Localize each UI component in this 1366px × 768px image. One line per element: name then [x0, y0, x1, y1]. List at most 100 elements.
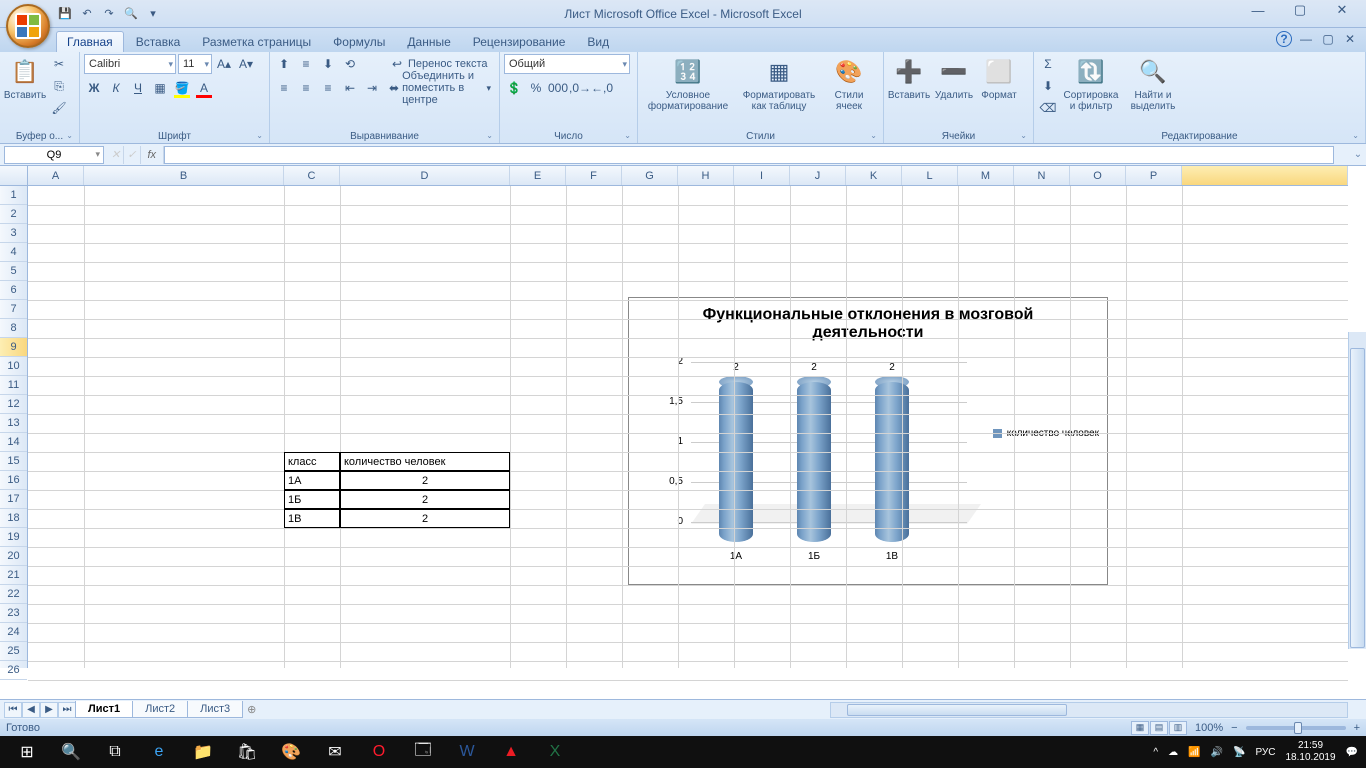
- conditional-formatting-button[interactable]: 🔢Условное форматирование: [642, 54, 734, 114]
- store-icon[interactable]: 🛍: [228, 738, 266, 766]
- border-icon[interactable]: ▦: [150, 78, 170, 98]
- sheet-nav-next-icon[interactable]: ▶: [40, 702, 58, 718]
- zoom-in-icon[interactable]: +: [1354, 722, 1360, 734]
- align-bottom-icon[interactable]: ⬇: [318, 54, 338, 74]
- sort-filter-button[interactable]: 🔃Сортировка и фильтр: [1061, 54, 1121, 114]
- worksheet-grid[interactable]: ABCDEFGHIJKLMNOP 12345678910111213141516…: [0, 166, 1366, 686]
- vertical-scrollbar[interactable]: [1348, 332, 1366, 649]
- fill-color-icon[interactable]: 🪣: [172, 78, 192, 98]
- fx-icon[interactable]: fx: [141, 146, 164, 164]
- sheet-tab[interactable]: Лист3: [187, 701, 243, 718]
- new-sheet-icon[interactable]: ⊕: [247, 703, 256, 716]
- formula-input[interactable]: [164, 146, 1334, 164]
- explorer-icon[interactable]: 📁: [184, 738, 222, 766]
- cell[interactable]: 2: [340, 471, 510, 490]
- save-icon[interactable]: 💾: [56, 5, 74, 23]
- sheet-nav-first-icon[interactable]: ⏮: [4, 702, 22, 718]
- paste-button[interactable]: 📋Вставить: [4, 54, 46, 103]
- start-button[interactable]: ⊞: [8, 738, 46, 766]
- align-top-icon[interactable]: ⬆: [274, 54, 294, 74]
- row-header-10[interactable]: 10: [0, 357, 27, 376]
- font-size-combo[interactable]: 11: [178, 54, 212, 74]
- opera-icon[interactable]: O: [360, 738, 398, 766]
- expand-formula-bar-icon[interactable]: ⌄: [1350, 149, 1366, 160]
- row-header-16[interactable]: 16: [0, 471, 27, 490]
- font-family-combo[interactable]: Calibri: [84, 54, 176, 74]
- redo-icon[interactable]: ↷: [100, 5, 118, 23]
- thousands-icon[interactable]: 000: [548, 78, 568, 98]
- increase-font-icon[interactable]: A▴: [214, 54, 234, 74]
- cells-area[interactable]: Функциональные отклонения в мозговой дея…: [28, 186, 1348, 668]
- column-header-I[interactable]: I: [734, 166, 790, 185]
- align-middle-icon[interactable]: ≡: [296, 54, 316, 74]
- row-header-7[interactable]: 7: [0, 300, 27, 319]
- merge-center-button[interactable]: ⬌Объединить и поместить в центре▾: [385, 78, 495, 98]
- sheet-tab[interactable]: Лист1: [75, 701, 133, 718]
- row-header-18[interactable]: 18: [0, 509, 27, 528]
- row-header-21[interactable]: 21: [0, 566, 27, 585]
- autosum-icon[interactable]: Σ: [1038, 54, 1058, 74]
- row-header-22[interactable]: 22: [0, 585, 27, 604]
- column-headers[interactable]: ABCDEFGHIJKLMNOP: [28, 166, 1348, 186]
- align-right-icon[interactable]: ≡: [318, 78, 338, 98]
- orientation-icon[interactable]: ⟲: [340, 54, 360, 74]
- clear-icon[interactable]: ⌫: [1038, 98, 1058, 118]
- row-header-4[interactable]: 4: [0, 243, 27, 262]
- decrease-font-icon[interactable]: A▾: [236, 54, 256, 74]
- cell[interactable]: 1Б: [284, 490, 340, 509]
- row-headers[interactable]: 1234567891011121314151617181920212223242…: [0, 186, 28, 668]
- paint-icon[interactable]: 🎨: [272, 738, 310, 766]
- office-button[interactable]: [6, 4, 50, 48]
- increase-decimal-icon[interactable]: ,0→: [570, 78, 590, 98]
- row-header-26[interactable]: 26: [0, 661, 27, 680]
- row-header-5[interactable]: 5: [0, 262, 27, 281]
- cell[interactable]: 2: [340, 509, 510, 528]
- column-header-A[interactable]: A: [28, 166, 84, 185]
- row-header-24[interactable]: 24: [0, 623, 27, 642]
- copy-icon[interactable]: ⎘: [49, 76, 69, 96]
- word-icon[interactable]: W: [448, 738, 486, 766]
- accept-formula-icon[interactable]: ✓: [124, 146, 140, 164]
- column-header-O[interactable]: O: [1070, 166, 1126, 185]
- format-as-table-button[interactable]: ▦Форматировать как таблицу: [737, 54, 821, 114]
- currency-icon[interactable]: 💲: [504, 78, 524, 98]
- column-header-D[interactable]: D: [340, 166, 510, 185]
- qat-more-icon[interactable]: ▾: [144, 5, 162, 23]
- column-header-L[interactable]: L: [902, 166, 958, 185]
- horizontal-scrollbar[interactable]: [830, 702, 1348, 718]
- row-header-2[interactable]: 2: [0, 205, 27, 224]
- column-header-E[interactable]: E: [510, 166, 566, 185]
- font-color-icon[interactable]: A: [194, 78, 214, 98]
- tray-chevron-icon[interactable]: ^: [1153, 747, 1158, 758]
- cancel-formula-icon[interactable]: ✕: [108, 146, 124, 164]
- ribbon-close-icon[interactable]: ✕: [1342, 31, 1358, 47]
- row-header-6[interactable]: 6: [0, 281, 27, 300]
- tab-page-layout[interactable]: Разметка страницы: [192, 32, 321, 52]
- align-left-icon[interactable]: ≡: [274, 78, 294, 98]
- row-header-11[interactable]: 11: [0, 376, 27, 395]
- column-header-F[interactable]: F: [566, 166, 622, 185]
- close-button[interactable]: ✕: [1322, 0, 1362, 20]
- row-header-20[interactable]: 20: [0, 547, 27, 566]
- tray-wifi-icon[interactable]: 📡: [1233, 747, 1245, 758]
- tray-onedrive-icon[interactable]: ☁: [1168, 747, 1178, 758]
- column-header-K[interactable]: K: [846, 166, 902, 185]
- minimize-button[interactable]: —: [1238, 0, 1278, 20]
- row-header-17[interactable]: 17: [0, 490, 27, 509]
- zoom-slider[interactable]: [1246, 726, 1346, 730]
- embedded-chart[interactable]: Функциональные отклонения в мозговой дея…: [628, 297, 1108, 585]
- column-header-P[interactable]: P: [1126, 166, 1182, 185]
- bold-icon[interactable]: Ж: [84, 78, 104, 98]
- tab-insert[interactable]: Вставка: [126, 32, 191, 52]
- insert-cells-button[interactable]: ➕Вставить: [888, 54, 930, 103]
- name-box[interactable]: Q9: [4, 146, 104, 164]
- maximize-button[interactable]: ▢: [1280, 0, 1320, 20]
- pdf-icon[interactable]: ▲: [492, 738, 530, 766]
- edge-icon[interactable]: e: [140, 738, 178, 766]
- tab-data[interactable]: Данные: [397, 32, 460, 52]
- row-header-12[interactable]: 12: [0, 395, 27, 414]
- find-select-button[interactable]: 🔍Найти и выделить: [1124, 54, 1182, 114]
- tray-volume-icon[interactable]: 🔊: [1211, 747, 1223, 758]
- delete-cells-button[interactable]: ➖Удалить: [933, 54, 975, 103]
- sheet-nav-last-icon[interactable]: ⏭: [58, 702, 76, 718]
